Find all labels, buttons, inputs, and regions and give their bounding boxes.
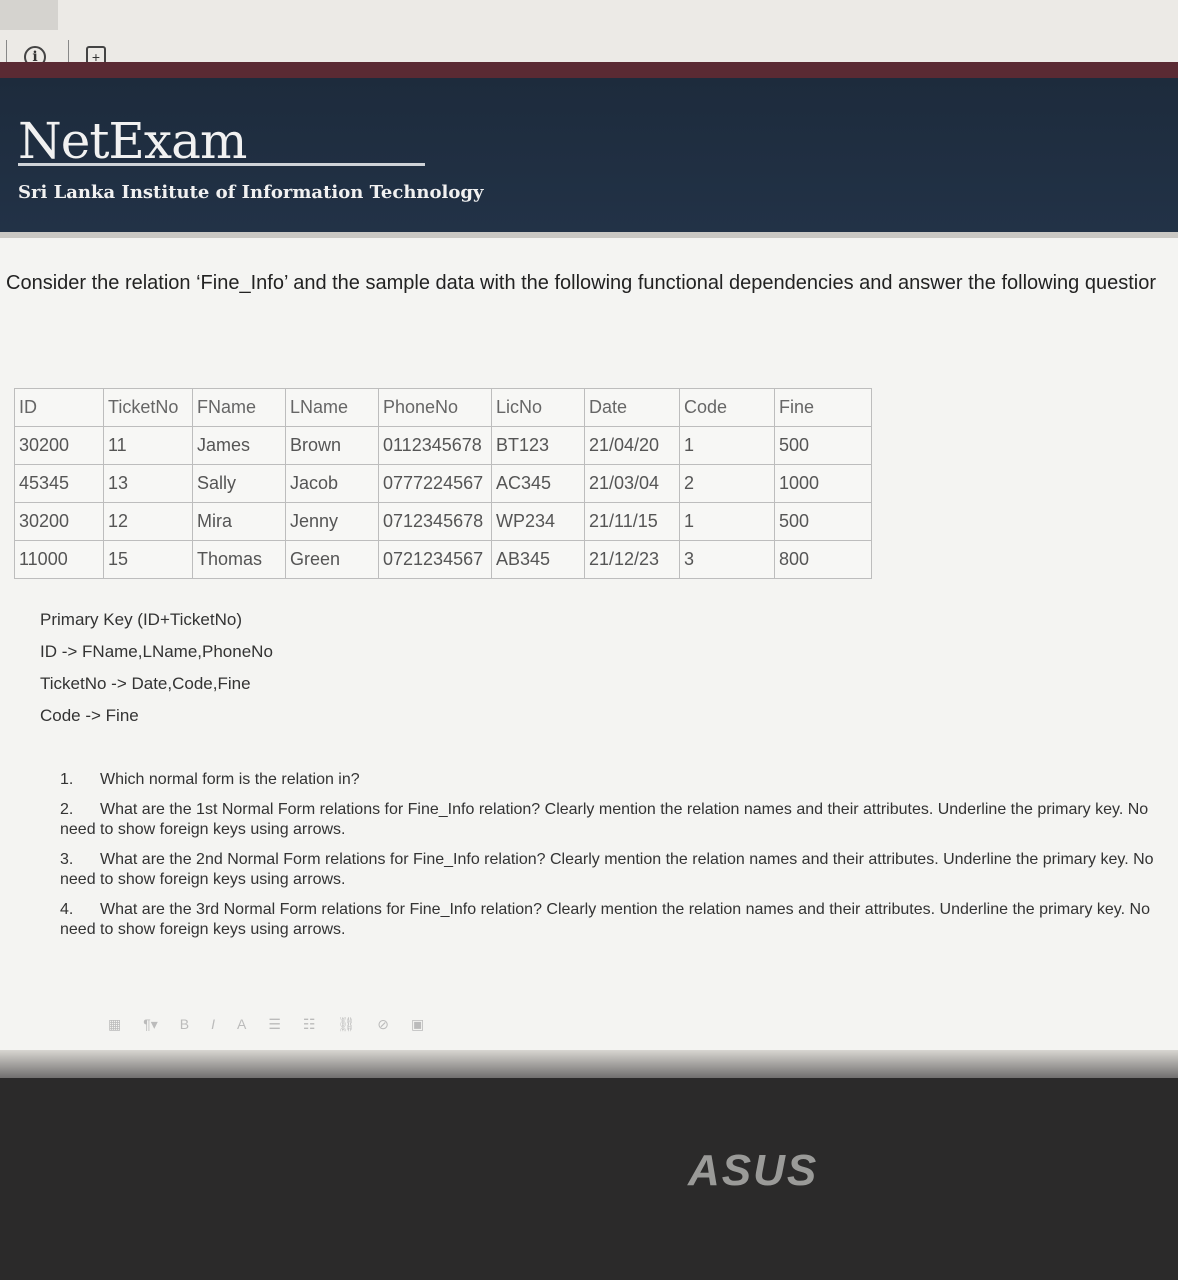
table-cell: 15 bbox=[103, 540, 193, 579]
question-text: What are the 2nd Normal Form relations f… bbox=[60, 851, 1154, 888]
header-accent-strip bbox=[0, 62, 1178, 78]
table-row: 11000 15 Thomas Green 0721234567 AB345 2… bbox=[14, 540, 872, 579]
table-cell: 21/04/20 bbox=[584, 426, 680, 465]
table-row: 30200 12 Mira Jenny 0712345678 WP234 21/… bbox=[14, 502, 872, 541]
table-cell: 13 bbox=[103, 464, 193, 503]
table-cell: Brown bbox=[285, 426, 379, 465]
table-cell: 1 bbox=[679, 502, 775, 541]
column-header-fine: Fine bbox=[774, 388, 872, 427]
font-color-button[interactable]: A bbox=[237, 1016, 246, 1033]
table-cell: 21/11/15 bbox=[584, 502, 680, 541]
browser-tab-edge[interactable] bbox=[0, 0, 58, 30]
table-cell: 12 bbox=[103, 502, 193, 541]
question-intro: Consider the relation ‘Fine_Info’ and th… bbox=[6, 272, 1156, 294]
dependency-ticketno: TicketNo -> Date,Code,Fine bbox=[40, 674, 251, 693]
column-header-fname: FName bbox=[192, 388, 286, 427]
dependency-code: Code -> Fine bbox=[40, 706, 139, 725]
table-cell: 1 bbox=[679, 426, 775, 465]
table-cell: 11 bbox=[103, 426, 193, 465]
fine-info-table: ID TicketNo FName LName PhoneNo LicNo Da… bbox=[14, 388, 872, 579]
table-cell: Mira bbox=[192, 502, 286, 541]
browser-toolbar: i + bbox=[0, 0, 1178, 68]
bulleted-list-icon[interactable]: ☰ bbox=[268, 1016, 281, 1033]
question-number: 2. bbox=[60, 801, 74, 818]
column-header-phoneno: PhoneNo bbox=[378, 388, 492, 427]
table-cell: 500 bbox=[774, 502, 872, 541]
question-text: Which normal form is the relation in? bbox=[100, 771, 360, 788]
table-cell: AC345 bbox=[491, 464, 585, 503]
table-cell: BT123 bbox=[491, 426, 585, 465]
table-cell: 45345 bbox=[14, 464, 104, 503]
column-header-code: Code bbox=[679, 388, 775, 427]
question-text: What are the 3rd Normal Form relations f… bbox=[60, 901, 1150, 938]
site-logo: NetExam bbox=[18, 112, 247, 170]
table-cell: 3 bbox=[679, 540, 775, 579]
table-cell: Jacob bbox=[285, 464, 379, 503]
paragraph-style-icon[interactable]: ¶▾ bbox=[143, 1016, 158, 1033]
question-text: What are the 1st Normal Form relations f… bbox=[60, 801, 1149, 838]
table-header-row: ID TicketNo FName LName PhoneNo LicNo Da… bbox=[14, 388, 872, 427]
bold-button[interactable]: B bbox=[180, 1016, 189, 1033]
question-number: 3. bbox=[60, 851, 74, 868]
unlink-icon[interactable]: ⊘ bbox=[377, 1016, 389, 1033]
table-cell: 800 bbox=[774, 540, 872, 579]
list-item: 4. What are the 3rd Normal Form relations… bbox=[60, 900, 1178, 940]
table-row: 30200 11 James Brown 0112345678 BT123 21… bbox=[14, 426, 872, 465]
link-icon[interactable]: ⛓ bbox=[337, 1016, 355, 1033]
table-cell: 0721234567 bbox=[378, 540, 492, 579]
monitor-brand-logo: ASUS bbox=[688, 1146, 819, 1195]
table-cell: Sally bbox=[192, 464, 286, 503]
list-item: 2. What are the 1st Normal Form relations… bbox=[60, 800, 1178, 840]
table-cell: 0712345678 bbox=[378, 502, 492, 541]
table-cell: 11000 bbox=[14, 540, 104, 579]
image-icon[interactable]: ▣ bbox=[411, 1016, 424, 1033]
column-header-lname: LName bbox=[285, 388, 379, 427]
table-cell: 0112345678 bbox=[378, 426, 492, 465]
italic-button[interactable]: I bbox=[211, 1016, 215, 1033]
question-list: 1. Which normal form is the relation in? … bbox=[60, 770, 1178, 950]
header-divider bbox=[0, 232, 1178, 238]
primary-key-text: Primary Key (ID+TicketNo) bbox=[40, 610, 242, 629]
question-number: 1. bbox=[60, 771, 74, 788]
monitor-bezel bbox=[0, 1078, 1178, 1280]
table-row: 45345 13 Sally Jacob 0777224567 AC345 21… bbox=[14, 464, 872, 503]
table-cell: 1000 bbox=[774, 464, 872, 503]
monitor-bezel-edge bbox=[0, 1050, 1178, 1080]
column-header-ticketno: TicketNo bbox=[103, 388, 193, 427]
table-cell: AB345 bbox=[491, 540, 585, 579]
column-header-id: ID bbox=[14, 388, 104, 427]
table-cell: WP234 bbox=[491, 502, 585, 541]
dependency-id: ID -> FName,LName,PhoneNo bbox=[40, 642, 273, 661]
table-cell: Jenny bbox=[285, 502, 379, 541]
table-cell: 0777224567 bbox=[378, 464, 492, 503]
numbered-list-icon[interactable]: ☷ bbox=[303, 1016, 316, 1033]
functional-dependencies: Primary Key (ID+TicketNo) ID -> FName,LN… bbox=[40, 608, 273, 736]
table-cell: 500 bbox=[774, 426, 872, 465]
table-cell: 21/03/04 bbox=[584, 464, 680, 503]
table-cell: 2 bbox=[679, 464, 775, 503]
institute-name: Sri Lanka Institute of Information Techn… bbox=[18, 182, 484, 203]
column-header-licno: LicNo bbox=[491, 388, 585, 427]
table-cell: Green bbox=[285, 540, 379, 579]
site-header: NetExam Sri Lanka Institute of Informati… bbox=[0, 78, 1178, 236]
table-cell: Thomas bbox=[192, 540, 286, 579]
answer-editor-toolbar: ▦ ¶▾ B I A ☰ ☷ ⛓ ⊘ ▣ bbox=[108, 1016, 424, 1033]
table-cell: 30200 bbox=[14, 502, 104, 541]
list-item: 3. What are the 2nd Normal Form relations… bbox=[60, 850, 1178, 890]
list-item: 1. Which normal form is the relation in? bbox=[60, 770, 1178, 790]
table-cell: James bbox=[192, 426, 286, 465]
format-menu-icon[interactable]: ▦ bbox=[108, 1016, 121, 1033]
column-header-date: Date bbox=[584, 388, 680, 427]
question-number: 4. bbox=[60, 901, 74, 918]
table-cell: 30200 bbox=[14, 426, 104, 465]
logo-divider bbox=[18, 163, 425, 166]
table-cell: 21/12/23 bbox=[584, 540, 680, 579]
